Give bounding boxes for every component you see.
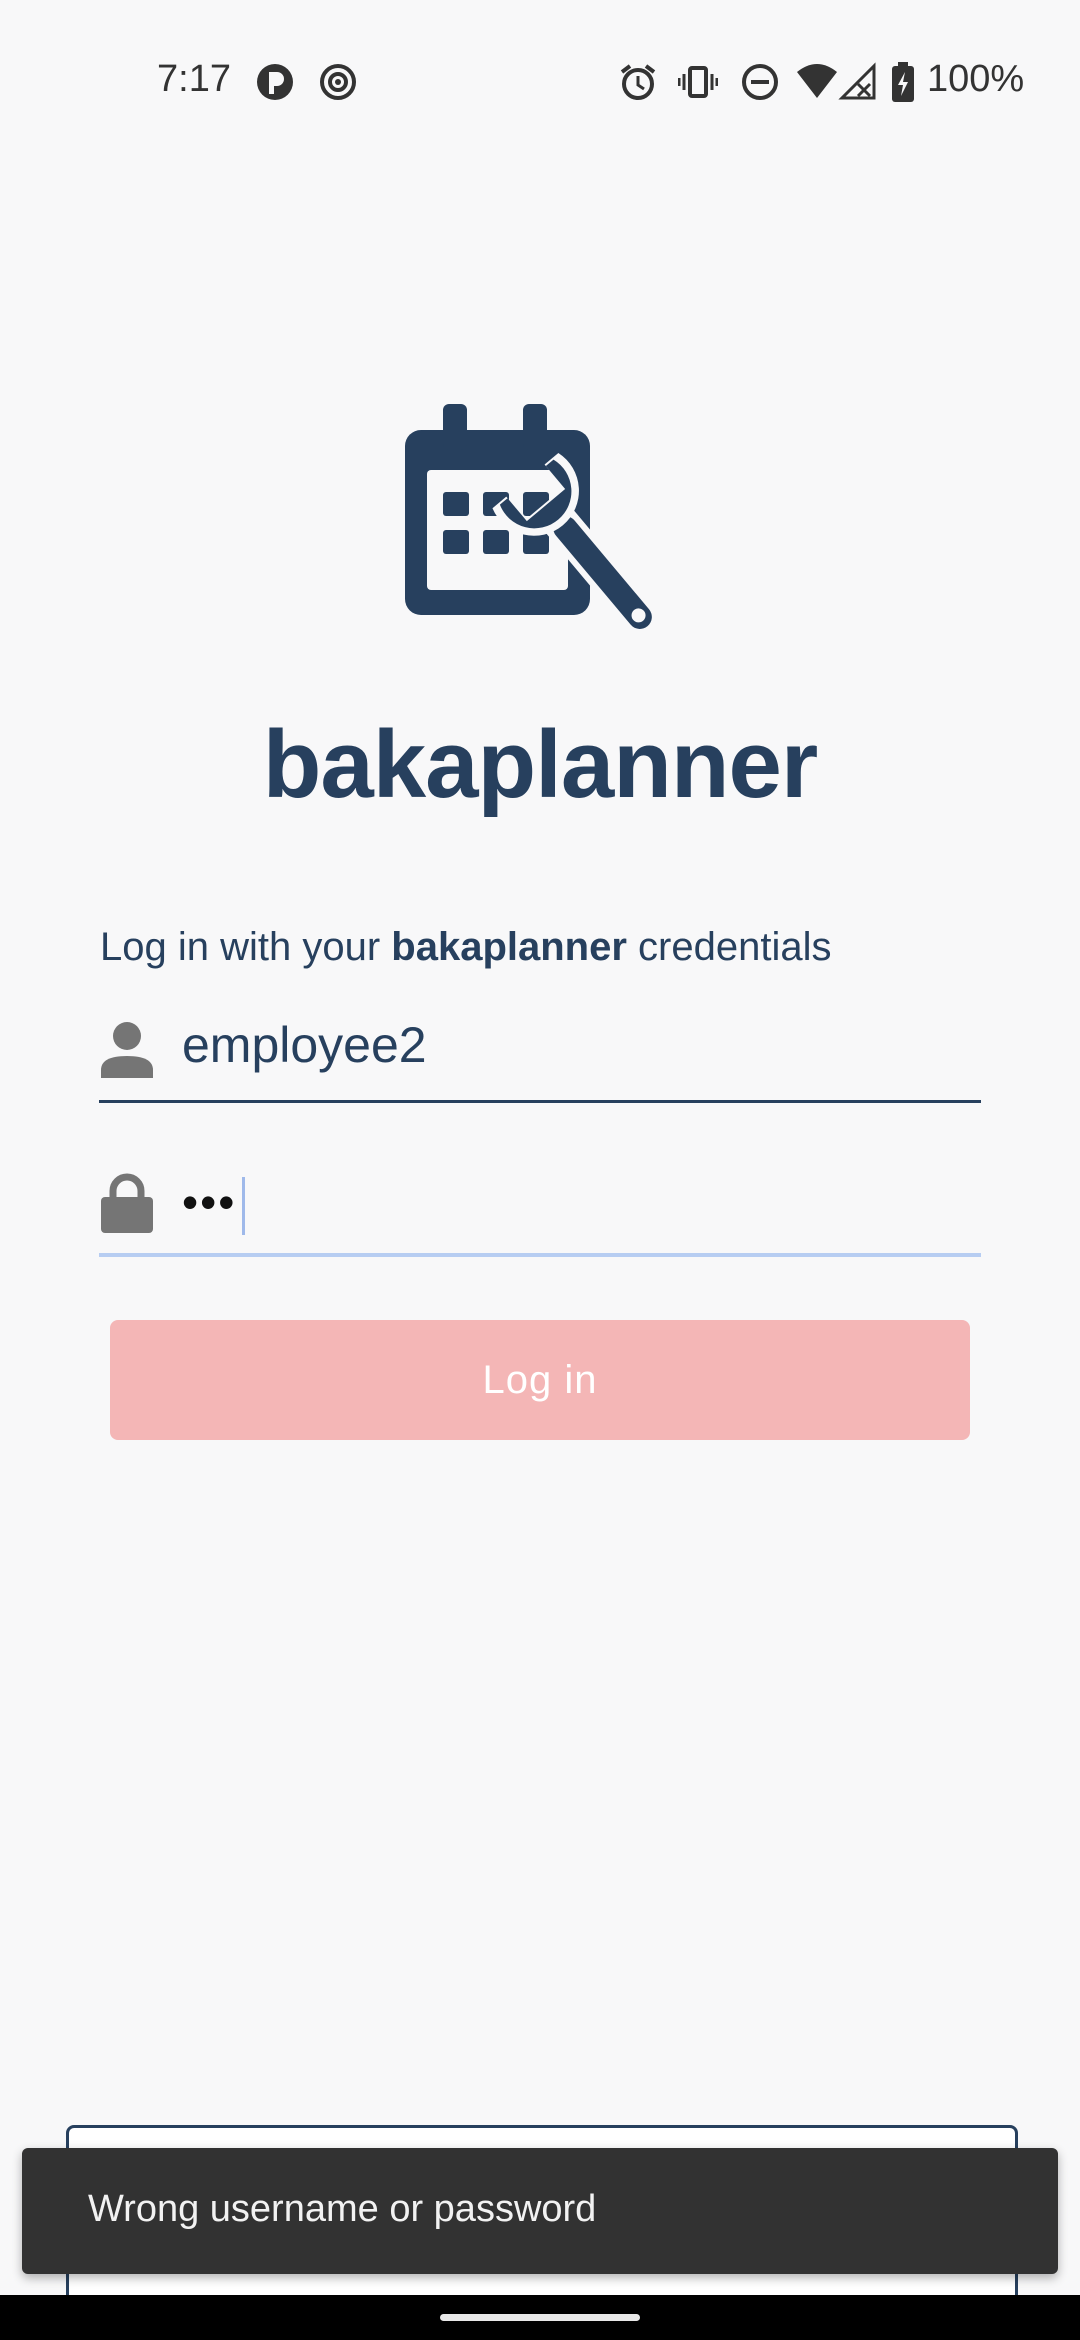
text-caret bbox=[242, 1176, 246, 1235]
calendar-wrench-icon bbox=[405, 404, 658, 635]
battery-charging-icon bbox=[892, 62, 914, 102]
vibrate-icon bbox=[678, 66, 718, 98]
password-field[interactable]: ••• bbox=[99, 1165, 981, 1257]
login-screen: 7:17 100% bakaplanner Log in with your b… bbox=[0, 0, 1080, 2340]
lock-icon bbox=[101, 1173, 153, 1233]
login-prompt-brand: bakaplanner bbox=[391, 925, 627, 969]
username-field[interactable]: employee2 bbox=[99, 1010, 981, 1103]
radar-icon bbox=[320, 64, 356, 100]
person-icon bbox=[101, 1022, 153, 1078]
alarm-icon bbox=[620, 64, 656, 100]
wifi-icon bbox=[797, 64, 837, 98]
app-icon bbox=[257, 64, 293, 100]
password-mask: ••• bbox=[182, 1176, 237, 1228]
snackbar-message: Wrong username or password bbox=[88, 2188, 597, 2230]
login-button[interactable]: Log in bbox=[110, 1320, 970, 1440]
home-indicator[interactable] bbox=[440, 2314, 640, 2321]
error-snackbar: Wrong username or password bbox=[22, 2148, 1058, 2274]
login-prompt: Log in with your bakaplanner credentials bbox=[100, 925, 832, 970]
status-bar: 7:17 100% bbox=[0, 0, 1080, 168]
app-title: bakaplanner bbox=[262, 711, 819, 818]
login-prompt-suffix: credentials bbox=[626, 925, 832, 969]
login-prompt-prefix: Log in with your bbox=[100, 925, 392, 969]
dnd-icon bbox=[742, 64, 778, 100]
username-value[interactable]: employee2 bbox=[182, 1016, 427, 1074]
signal-icon bbox=[838, 62, 876, 100]
status-time: 7:17 bbox=[157, 58, 231, 100]
battery-percentage: 100% bbox=[927, 58, 1025, 100]
password-value[interactable]: ••• bbox=[182, 1175, 246, 1235]
navigation-bar bbox=[0, 2295, 1080, 2340]
